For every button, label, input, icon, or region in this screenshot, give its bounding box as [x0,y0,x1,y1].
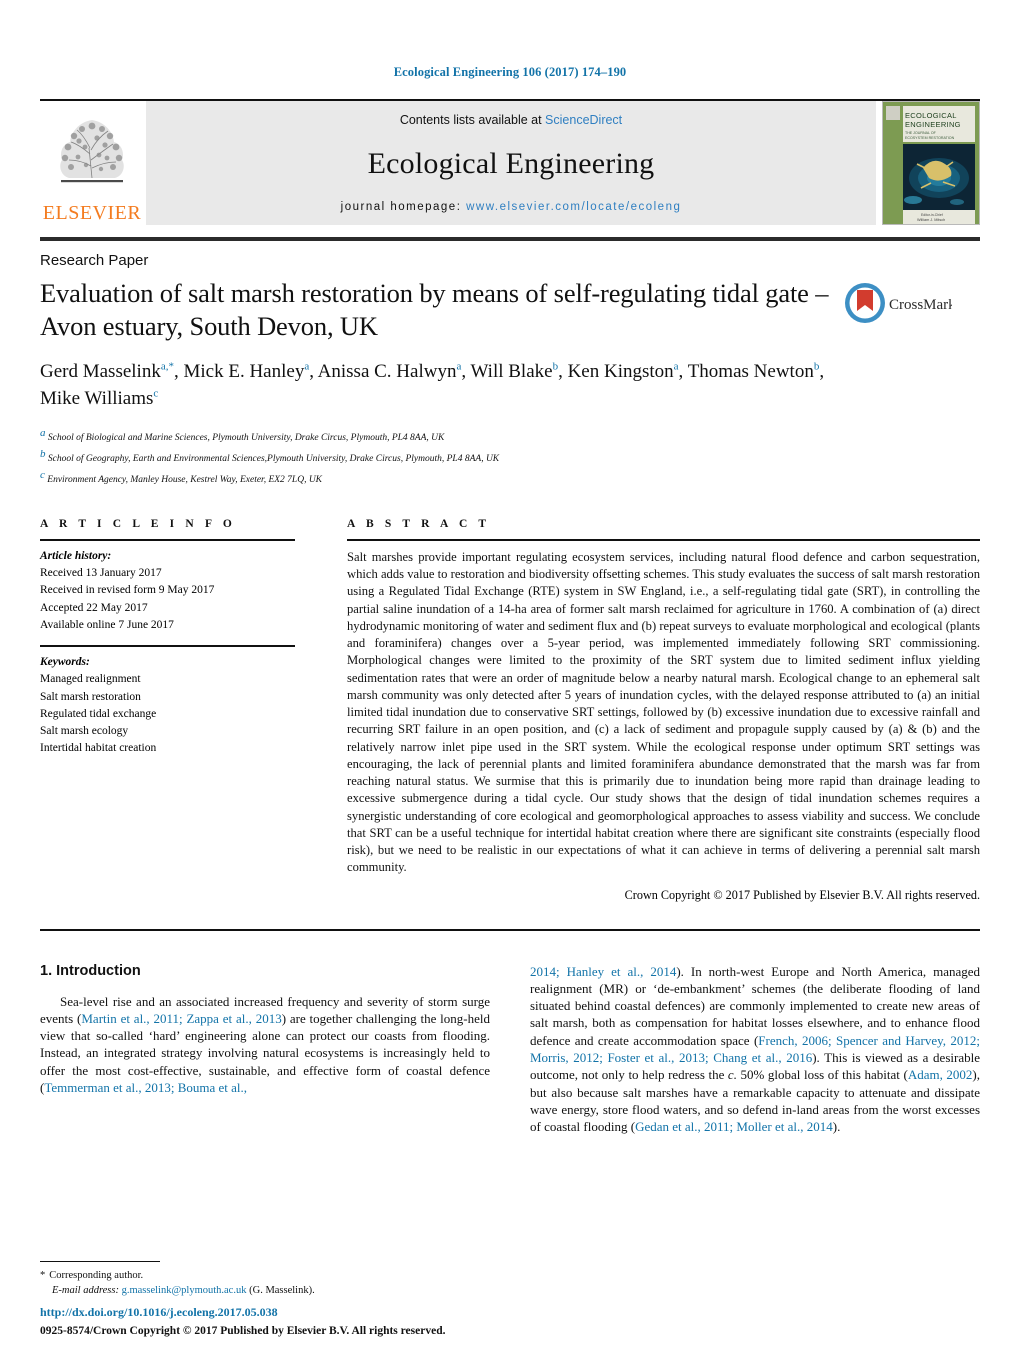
body-columns: 1. Introduction Sea-level rise and an as… [40,963,980,1136]
keyword-item: Intertidal habitat creation [40,742,157,755]
elsevier-logo: ELSEVIER [40,101,144,225]
abstract-bottom-rule [40,928,980,931]
title-row: Evaluation of salt marsh restoration by … [40,277,980,344]
running-head: Ecological Engineering 106 (2017) 174–19… [393,65,627,79]
history-item: Available online 7 June 2017 [40,618,174,631]
affiliation-item: a School of Biological and Marine Scienc… [40,427,445,444]
abstract-column: A B S T R A C T Salt marshes provide imp… [347,518,980,903]
crossmark-badge[interactable]: CrossMark [838,281,958,325]
page-title: Evaluation of salt marsh restoration by … [40,277,829,341]
keyword-item: Regulated tidal exchange [40,707,157,720]
svg-text:ENGINEERING: ENGINEERING [905,120,961,129]
journal-masthead: ELSEVIER Contents lists available at Sci… [40,98,980,225]
journal-homepage-line: journal homepage: www.elsevier.com/locat… [341,201,682,213]
journal-band: Contents lists available at ScienceDirec… [146,100,876,225]
keyword-item: Managed realignment [40,673,141,686]
body-column-right: 2014; Hanley et al., 2014). In north-wes… [530,963,980,1136]
svg-text:CrossMark: CrossMark [889,297,952,313]
author-list: Gerd Masselinka,*, Mick E. Hanleya, Anis… [40,360,825,410]
doi-block: http://dx.doi.org/10.1016/j.ecoleng.2017… [40,1303,600,1339]
corresponding-text: Corresponding author. [49,1269,144,1281]
svg-text:ECOLOGICAL: ECOLOGICAL [905,111,957,120]
contents-list-line: Contents lists available at ScienceDirec… [400,113,622,127]
affiliation-item: c Environment Agency, Manley House, Kest… [40,468,323,486]
svg-text:Editor-in-Chief: Editor-in-Chief [921,213,943,217]
affiliation-list: a School of Biological and Marine Scienc… [40,425,980,488]
history-item: Received in revised form 9 May 2017 [40,584,215,597]
keywords-rule [40,645,295,648]
corresponding-star: * [40,1269,46,1281]
article-info-heading: A R T I C L E I N F O [40,517,236,530]
email-link[interactable]: g.masselink@plymouth.ac.uk [122,1285,247,1296]
corresponding-author-line: * Corresponding author. [40,1268,490,1284]
history-item: Accepted 22 May 2017 [40,601,148,614]
keyword-item: Salt marsh restoration [40,690,141,703]
svg-text:ECOSYSTEM RESTORATION: ECOSYSTEM RESTORATION [905,136,955,140]
elsevier-tree-icon [60,119,124,182]
elsevier-wordmark: ELSEVIER [42,201,142,224]
footnote-rule [40,1260,160,1262]
article-history-block: Article history: Received 13 January 201… [40,548,295,634]
abstract-heading: A B S T R A C T [347,517,491,530]
abstract-rule [347,538,980,541]
email-line: E-mail address: g.masselink@plymouth.ac.… [40,1283,490,1299]
contents-prefix: Contents lists available at [399,112,546,127]
svg-text:William J. Mitsch: William J. Mitsch [917,218,945,222]
article-type-label: Research Paper [40,251,149,269]
history-item: Received 13 January 2017 [40,567,162,580]
issn-copyright-line: 0925-8574/Crown Copyright © 2017 Publish… [40,1324,446,1337]
keyword-item: Salt marsh ecology [40,725,129,738]
article-history-label: Article history: [40,549,112,562]
abstract-paragraph: Salt marshes provide important regulatin… [347,549,980,875]
introduction-heading: 1. Introduction [40,962,141,979]
article-info-column: A R T I C L E I N F O Article history: R… [40,518,295,903]
introduction-left-text: Sea-level rise and an associated increas… [40,993,490,1097]
abstract-copyright: Crown Copyright © 2017 Published by Else… [624,887,980,902]
svg-text:THE JOURNAL OF: THE JOURNAL OF [905,131,937,135]
keywords-label: Keywords: [40,656,90,669]
cover-art: ECOLOGICAL ENGINEERING THE JOURNAL OF EC… [883,101,979,224]
paper-page: Ecological Engineering 106 (2017) 174–19… [0,0,1020,1351]
sciencedirect-link[interactable]: ScienceDirect [545,113,622,127]
intro-paragraph-right: 2014; Hanley et al., 2014). In north-wes… [530,963,981,1135]
article-info-rule [40,538,295,541]
keywords-block: Keywords: Managed realignment Salt marsh… [40,654,295,758]
journal-cover-thumbnail: ECOLOGICAL ENGINEERING THE JOURNAL OF EC… [882,100,980,225]
abstract-body: Salt marshes provide important regulatin… [347,549,980,877]
introduction-right-text: 2014; Hanley et al., 2014). In north-wes… [530,963,980,1136]
corresponding-author-footnote: * Corresponding author. E-mail address: g… [40,1260,490,1300]
doi-link[interactable]: http://dx.doi.org/10.1016/j.ecoleng.2017… [40,1303,600,1321]
affiliation-item: b School of Geography, Earth and Environ… [40,448,500,465]
crossmark-icon: CrossMark [845,282,952,323]
journal-title: Ecological Engineering [367,146,655,180]
info-abstract-section: A R T I C L E I N F O Article history: R… [40,518,980,903]
title-column: Evaluation of salt marsh restoration by … [40,277,830,344]
email-label: E-mail address: [52,1285,119,1297]
title-top-rule [40,236,980,241]
body-column-left: 1. Introduction Sea-level rise and an as… [40,963,490,1136]
homepage-prefix: journal homepage: [340,200,467,213]
intro-paragraph-left: Sea-level rise and an associated increas… [40,993,490,1095]
homepage-url-link[interactable]: www.elsevier.com/locate/ecoleng [466,201,681,213]
email-suffix: (G. Masselink). [249,1285,315,1297]
